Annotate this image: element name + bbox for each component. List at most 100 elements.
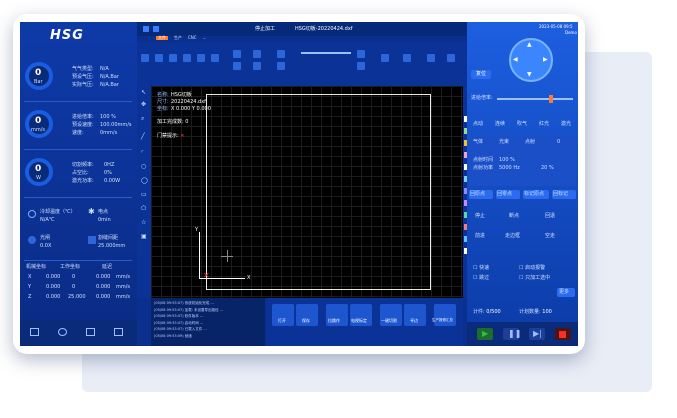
- step-button[interactable]: ▶|: [529, 328, 545, 340]
- spot-time-value[interactable]: 100 %: [499, 158, 515, 163]
- draw-tool-icon[interactable]: [155, 54, 163, 62]
- go-zero-button[interactable]: 回零点: [496, 190, 520, 199]
- nest-icon[interactable]: [357, 50, 365, 58]
- device-frame: HSG 0 Bar 气气类型: 预设气压: 实际气压: N/A N/A.Bar …: [13, 14, 585, 354]
- zoom-icon[interactable]: ⌕: [141, 116, 144, 122]
- go-mark-button[interactable]: 回标记: [552, 190, 576, 199]
- more-tools-icon[interactable]: [447, 54, 455, 62]
- arrow-left-icon[interactable]: ◀: [513, 57, 518, 63]
- jog-button[interactable]: 点动: [473, 122, 483, 127]
- reset-button[interactable]: 复位: [471, 70, 491, 79]
- settings-icon[interactable]: [114, 328, 123, 336]
- arrow-up-icon[interactable]: ▲: [527, 42, 532, 48]
- reverse-icon[interactable]: [277, 62, 285, 70]
- rect-icon[interactable]: ▭: [141, 192, 147, 198]
- jog-dpad[interactable]: ▲ ▼ ◀ ▶: [509, 38, 553, 82]
- offset-tool-icon[interactable]: [233, 62, 241, 70]
- back-button[interactable]: 回退: [545, 214, 555, 219]
- mech-value: 0.000: [46, 274, 61, 280]
- circle-icon[interactable]: ○: [141, 164, 146, 170]
- frame-button[interactable]: 走边框: [505, 234, 520, 239]
- open-button[interactable]: 打开: [272, 304, 294, 326]
- status-panel: HSG 0 Bar 气气类型: 预设气压: 实际气压: N/A N/A.Bar …: [20, 22, 137, 346]
- feed-rate-slider[interactable]: [497, 98, 573, 100]
- check-fast[interactable]: ☐ 快速: [473, 266, 489, 271]
- light-icon[interactable]: [58, 328, 67, 336]
- jump-label: 拉跳作: [328, 318, 340, 323]
- feed-rate-label: 进给倍率:: [72, 114, 94, 120]
- log-lines: (05/08 09:53:07) 系统初始化完成 ... (05/08 09:5…: [154, 300, 223, 339]
- tab-production[interactable]: 生产: [174, 36, 182, 40]
- comp-tool-icon[interactable]: [211, 54, 219, 62]
- col-delay: 延迟: [102, 264, 113, 270]
- optimize-icon[interactable]: [427, 54, 435, 62]
- edge-find-button[interactable]: 寻边: [404, 304, 426, 326]
- calibrate-button[interactable]: 电视标定: [350, 304, 372, 326]
- stop-button[interactable]: [555, 328, 571, 340]
- zoom-slider[interactable]: [301, 52, 351, 54]
- spot-value: 0: [557, 139, 561, 145]
- gas-type-value: N/A: [100, 66, 109, 72]
- jump-button[interactable]: 拉跳作: [326, 304, 348, 326]
- micro-joint-icon[interactable]: [253, 62, 261, 70]
- dry-run-button[interactable]: 空走: [545, 234, 555, 239]
- start-button[interactable]: ▶: [477, 328, 493, 340]
- check-skip[interactable]: ☐ 跳过: [473, 276, 489, 281]
- laser-button[interactable]: 激光: [561, 122, 571, 127]
- gas-params: 气体 光束 点射 0 点射时间 100 % 点射功率 5000 Hz 20 %: [469, 136, 576, 186]
- breakpoint-button[interactable]: 断点: [509, 214, 519, 219]
- bridge-tool-icon[interactable]: [253, 50, 261, 58]
- pause-button[interactable]: ❚❚: [503, 328, 521, 340]
- stop-mode-button[interactable]: 停止: [475, 214, 485, 219]
- star-icon[interactable]: ☆: [141, 220, 146, 226]
- align-icon[interactable]: [403, 54, 411, 62]
- text-icon[interactable]: ▣: [141, 234, 147, 240]
- arrow-down-icon[interactable]: ▼: [527, 72, 532, 78]
- col-machine-coord: 机械坐标: [26, 264, 47, 270]
- check-alarm[interactable]: ☐ 启动报警: [519, 266, 545, 271]
- forward-button[interactable]: 前进: [475, 234, 485, 239]
- pan-icon[interactable]: ✥: [141, 102, 146, 108]
- layout-icon[interactable]: [357, 62, 365, 70]
- one-click-cut-button[interactable]: 一键切割: [380, 304, 402, 326]
- spot-duty-value[interactable]: 20 %: [541, 166, 554, 171]
- blow-button[interactable]: 吹气: [517, 122, 527, 127]
- feed-slider-handle[interactable]: [549, 95, 553, 103]
- go-home-button[interactable]: 回原点: [469, 190, 493, 199]
- export-icon[interactable]: [30, 328, 39, 336]
- arrow-right-icon[interactable]: ▶: [543, 57, 548, 63]
- save-icon[interactable]: [153, 26, 159, 32]
- red-light-button[interactable]: 红光: [539, 122, 549, 127]
- pointer-icon[interactable]: ↖: [141, 90, 146, 96]
- select-tool-icon[interactable]: [141, 54, 149, 62]
- sort-tool-icon[interactable]: [169, 54, 177, 62]
- tab-more[interactable]: ...: [203, 36, 207, 40]
- measure-tool-icon[interactable]: [183, 54, 191, 62]
- line-icon[interactable]: ╱: [141, 134, 145, 140]
- check-selected[interactable]: ☐ 只加工选中: [519, 276, 550, 281]
- polygon-icon[interactable]: ⬠: [141, 206, 146, 212]
- menu-icon[interactable]: [143, 26, 149, 32]
- more-button[interactable]: 更多: [557, 288, 575, 297]
- point-value: 0min: [98, 217, 111, 223]
- user-icon[interactable]: [86, 328, 95, 336]
- file-name: HSG切板: [171, 92, 192, 98]
- save-button[interactable]: 保存: [296, 304, 318, 326]
- tab-cnc[interactable]: CNC: [188, 36, 197, 40]
- file-info: HSG切板 20220424.dxf X 0.000 Y 0.000: [171, 92, 211, 113]
- array-tool-icon[interactable]: [233, 50, 241, 58]
- mark-origin-button[interactable]: 标记原点: [523, 190, 549, 199]
- arc-icon[interactable]: ◜: [141, 150, 143, 156]
- continuous-button[interactable]: 连续: [495, 122, 505, 127]
- spot-freq-value[interactable]: 5000 Hz: [499, 166, 520, 171]
- ellipse-icon[interactable]: ◯: [141, 178, 148, 184]
- tab-file[interactable]: 文件: [156, 36, 168, 40]
- open-label: 打开: [278, 318, 286, 323]
- datetime: 2023-05-08 09:5: [539, 24, 573, 29]
- cooling-point-icon[interactable]: [277, 50, 285, 58]
- lead-tool-icon[interactable]: [197, 54, 205, 62]
- drawing-canvas[interactable]: 名称: 尺寸: 坐标: HSG切板 20220424.dxf X 0.000 Y…: [151, 86, 463, 298]
- group-icon[interactable]: [381, 54, 389, 62]
- fan-icon: ✱: [88, 207, 95, 216]
- report-button[interactable]: 生产报修汇总: [432, 304, 456, 326]
